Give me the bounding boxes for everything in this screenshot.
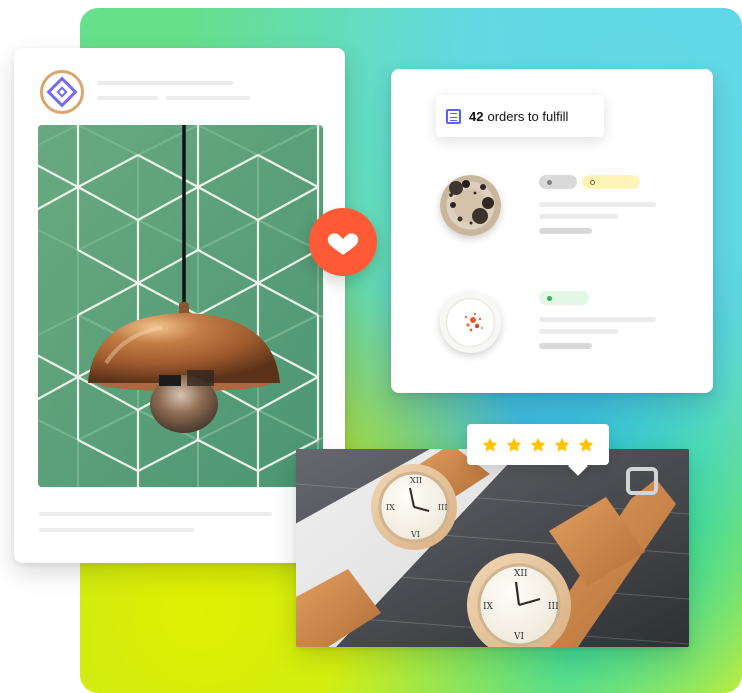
white-plate-image — [440, 292, 501, 353]
svg-text:III: III — [548, 602, 559, 612]
star-icon — [530, 437, 546, 452]
gray-status-dot — [547, 179, 552, 185]
orders-count: 42 — [469, 108, 484, 124]
star-icon — [578, 437, 594, 452]
caption-placeholder-1 — [39, 512, 272, 516]
yellow-status-dot — [590, 179, 595, 185]
orders-summary-text: 42 orders to fulfill — [469, 109, 568, 124]
green-status-dot — [547, 295, 552, 301]
svg-text:VI: VI — [410, 530, 420, 539]
orders-summary-chip[interactable]: 42 orders to fulfill — [436, 95, 604, 137]
favorite-button[interactable] — [309, 208, 377, 276]
svg-text:VI: VI — [513, 632, 524, 642]
svg-text:IX: IX — [386, 503, 395, 512]
profile-meta-placeholder-2 — [166, 96, 250, 100]
profile-name-placeholder — [97, 81, 233, 85]
svg-text:III: III — [438, 503, 447, 512]
order-2-line-1 — [539, 317, 656, 322]
star-icon — [554, 437, 570, 452]
gray-status-pill — [539, 175, 577, 189]
star-icon — [506, 437, 522, 452]
five-star-rating — [467, 424, 609, 465]
green-status-pill — [539, 291, 589, 305]
svg-text:XII: XII — [410, 476, 422, 485]
order-1-line-1 — [539, 202, 656, 207]
profile-meta-placeholder-1 — [97, 96, 158, 100]
marketing-collage: 42 orders to fulfill XII III VI IX XII I… — [0, 0, 742, 693]
diamond-logo-icon — [46, 76, 78, 108]
star-icon — [482, 437, 498, 452]
speckled-plate-image — [440, 175, 501, 236]
pendant-lamp-illustration — [38, 125, 323, 487]
profile-avatar-icon — [40, 70, 84, 114]
pendant-lamp-image — [38, 125, 323, 487]
order-2-line-2 — [539, 329, 618, 334]
order-1-line-3 — [539, 228, 592, 234]
svg-text:XII: XII — [514, 569, 528, 579]
orders-icon — [446, 108, 461, 124]
wood-watches-illustration: XII III VI IX XII III VI IX — [296, 449, 689, 647]
caption-placeholder-2 — [39, 528, 194, 532]
orders-label: orders to fulfill — [487, 108, 569, 124]
order-2-line-3 — [539, 343, 592, 349]
yellow-status-pill — [582, 175, 640, 189]
watches-image: XII III VI IX XII III VI IX — [296, 449, 689, 647]
heart-icon — [327, 233, 359, 255]
svg-text:IX: IX — [483, 602, 494, 612]
white-plate-illustration — [440, 292, 501, 353]
speckled-plate-illustration — [440, 175, 501, 236]
order-1-line-2 — [539, 214, 618, 219]
